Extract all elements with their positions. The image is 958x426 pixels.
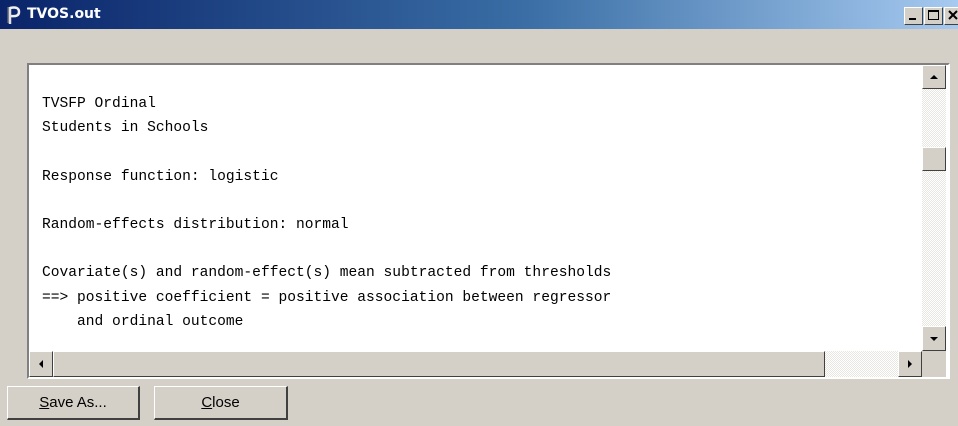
vertical-scroll-thumb[interactable] bbox=[922, 146, 946, 171]
arrow-down-icon bbox=[930, 337, 938, 341]
arrow-right-icon bbox=[908, 360, 912, 368]
output-line: and ordinal outcome bbox=[42, 313, 244, 330]
output-line: TVSFP Ordinal bbox=[42, 96, 156, 112]
arrow-left-icon bbox=[39, 360, 43, 368]
window-title: TVOS.out bbox=[27, 6, 101, 22]
title-bar[interactable]: TVOS.out bbox=[0, 0, 958, 29]
arrow-up-icon bbox=[930, 75, 938, 79]
maximize-button[interactable] bbox=[924, 7, 943, 25]
minimize-icon bbox=[909, 18, 916, 20]
maximize-icon bbox=[928, 10, 939, 20]
output-line: Random-effects distribution: normal bbox=[42, 217, 349, 234]
output-line: Students in Schools bbox=[42, 120, 209, 137]
scroll-right-button[interactable] bbox=[898, 351, 922, 377]
app-pipe-icon[interactable] bbox=[6, 5, 24, 25]
output-line: Response function: logistic bbox=[42, 168, 279, 185]
scroll-left-button[interactable] bbox=[29, 351, 53, 377]
output-line: Covariate(s) and random-effect(s) mean s… bbox=[42, 265, 612, 282]
output-text-area[interactable]: TVSFP Ordinal Students in Schools Respons… bbox=[27, 63, 950, 379]
close-icon bbox=[948, 10, 958, 20]
vertical-scrollbar[interactable] bbox=[922, 65, 946, 351]
horizontal-scrollbar[interactable] bbox=[29, 351, 922, 377]
close-button[interactable]: Close bbox=[154, 386, 288, 420]
scroll-up-button[interactable] bbox=[922, 65, 946, 89]
close-window-button[interactable] bbox=[944, 7, 958, 25]
save-as-button[interactable]: Save As... bbox=[7, 386, 140, 420]
output-content[interactable]: TVSFP Ordinal Students in Schools Respons… bbox=[42, 92, 918, 334]
scroll-corner bbox=[922, 351, 946, 377]
output-line: ==> positive coefficient = positive asso… bbox=[42, 289, 612, 306]
horizontal-scroll-thumb[interactable] bbox=[53, 351, 825, 377]
scroll-down-button[interactable] bbox=[922, 326, 946, 351]
minimize-button[interactable] bbox=[904, 7, 923, 25]
